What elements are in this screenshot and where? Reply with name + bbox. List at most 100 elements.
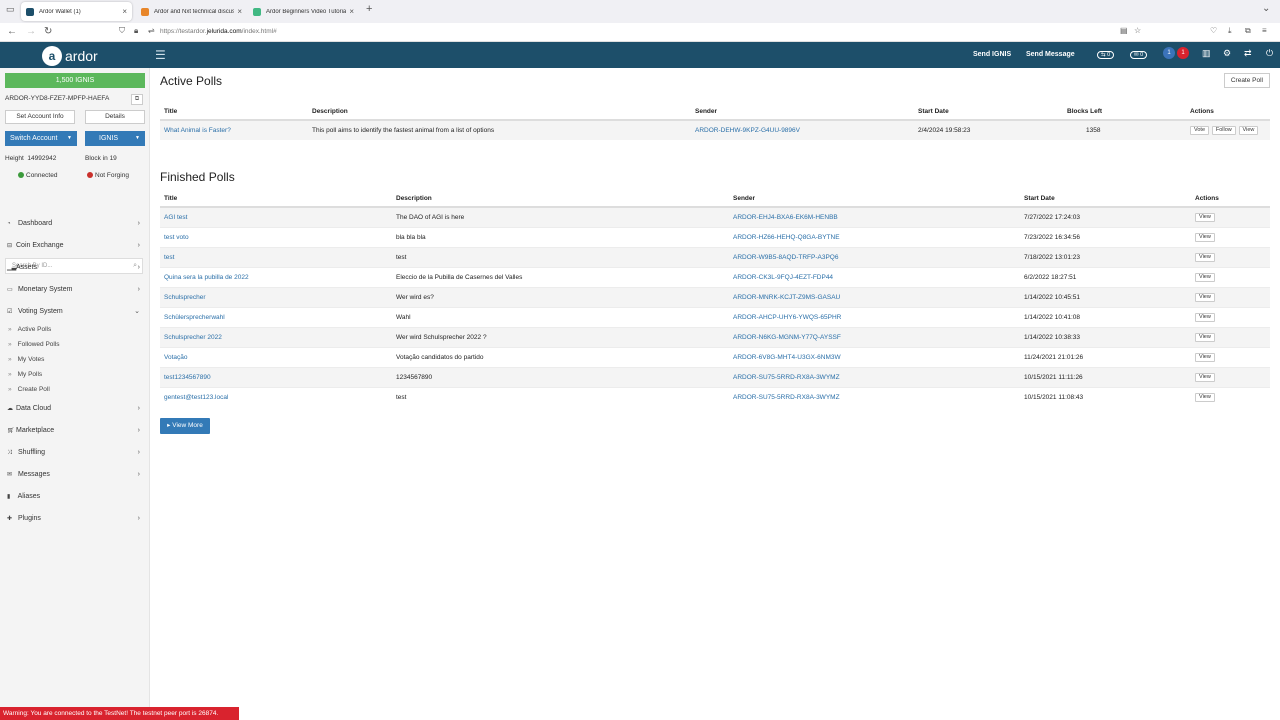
view-more-button[interactable]: ▸ View More xyxy=(160,418,210,434)
poll-title-link[interactable]: Quina sera la pubilla de 2022 xyxy=(164,274,249,281)
send-ignis-button[interactable]: Send IGNIS xyxy=(973,51,1011,58)
col-title[interactable]: Title xyxy=(160,104,308,121)
view-button[interactable]: View xyxy=(1195,252,1215,262)
view-button[interactable]: View xyxy=(1195,312,1215,322)
shield-icon[interactable]: ⛉ xyxy=(119,26,125,36)
menu-coin-exchange[interactable]: ⊟ Coin Exchange › xyxy=(0,235,150,257)
tab-ardor-discussion[interactable]: Ardor and Nxt technical discus × xyxy=(136,2,247,21)
view-button[interactable]: View xyxy=(1195,292,1215,302)
download-icon[interactable]: ⤓ xyxy=(1228,26,1232,36)
bookmark-star-icon[interactable]: ☆ xyxy=(1134,26,1141,35)
shuffle-badge[interactable]: ⇆ 0 xyxy=(1097,51,1115,59)
submenu-my-polls[interactable]: » My Polls xyxy=(8,371,42,378)
submenu-my-votes[interactable]: » My Votes xyxy=(8,356,44,363)
poll-title-link[interactable]: Schulsprecher 2022 xyxy=(164,334,222,341)
sender-link[interactable]: ARDOR-N6KG-MGNM-Y77Q-AYSSF xyxy=(733,334,841,341)
back-icon[interactable]: ← xyxy=(7,26,17,37)
col-start-date[interactable]: Start Date xyxy=(1020,191,1191,208)
switch-account-button[interactable]: Switch Account ▼ xyxy=(5,131,77,146)
menu-messages[interactable]: ✉ Messages › xyxy=(0,464,150,486)
view-button[interactable]: View xyxy=(1195,352,1215,362)
col-title[interactable]: Title xyxy=(160,191,392,208)
sender-link[interactable]: ARDOR-DEHW-9KPZ-G4UU-9896V xyxy=(695,127,800,134)
view-button[interactable]: View xyxy=(1195,372,1215,382)
menu-assets[interactable]: ▁▃Assets › xyxy=(0,257,150,279)
col-sender[interactable]: Sender xyxy=(691,104,914,121)
menu-data-cloud[interactable]: ☁ Data Cloud › xyxy=(0,398,150,420)
view-button[interactable]: View xyxy=(1238,126,1259,135)
copy-icon[interactable]: ⧉ xyxy=(131,94,143,105)
col-description[interactable]: Description xyxy=(392,191,729,208)
poll-title-link[interactable]: Schülersprecherwahl xyxy=(164,314,225,321)
tab-video-tutorials[interactable]: Ardor Beginners Video Tutorials × xyxy=(248,2,359,21)
sender-link[interactable]: ARDOR-AHCP-UHY6-YWQS-65PHR xyxy=(733,314,841,321)
lock-icon[interactable]: 🔒︎ xyxy=(134,26,138,36)
menu-voting-system[interactable]: ☑ Voting System ⌄ xyxy=(0,301,150,323)
submenu-create-poll[interactable]: » Create Poll xyxy=(8,386,50,393)
forging-status[interactable]: Not Forging xyxy=(87,172,129,179)
poll-title-link[interactable]: test xyxy=(164,254,174,261)
poll-title-link[interactable]: Votação xyxy=(164,354,188,361)
tab-ardor-wallet[interactable]: Ardor Wallet (1) × xyxy=(21,2,132,21)
poll-title-link[interactable]: Schulsprecher xyxy=(164,294,206,301)
details-button[interactable]: Details xyxy=(85,110,145,124)
menu-monetary-system[interactable]: ▭ Monetary System › xyxy=(0,279,150,301)
notifications-icon[interactable]: 1 xyxy=(1163,47,1175,59)
submenu-active-polls[interactable]: » Active Polls xyxy=(8,326,51,333)
view-button[interactable]: View xyxy=(1195,332,1215,342)
menu-plugins[interactable]: ✚ Plugins › xyxy=(0,508,150,530)
chain-select-button[interactable]: IGNIS ▼ xyxy=(85,131,145,146)
vote-button[interactable]: Vote xyxy=(1190,126,1210,135)
app-menu-icon[interactable]: ≡ xyxy=(1262,26,1267,35)
view-button[interactable]: View xyxy=(1195,232,1215,242)
swap-icon[interactable]: ⇄ xyxy=(1244,48,1252,59)
poll-title-link[interactable]: gentest@test123.local xyxy=(164,394,228,401)
sidebar-toggle-icon[interactable]: ▭ xyxy=(6,4,15,15)
poll-title-link[interactable]: What Animal is Faster? xyxy=(164,127,231,134)
close-tab-icon[interactable]: × xyxy=(122,7,127,16)
view-button[interactable]: View xyxy=(1195,272,1215,282)
col-sender[interactable]: Sender xyxy=(729,191,1020,208)
power-icon[interactable]: ⏻ xyxy=(1266,48,1273,59)
settings-gear-icon[interactable]: ⚙ xyxy=(1223,48,1231,59)
send-message-button[interactable]: Send Message xyxy=(1026,51,1075,58)
poll-title-link[interactable]: AGI test xyxy=(164,214,187,221)
menu-marketplace[interactable]: 🛒︎Marketplace › xyxy=(0,420,150,442)
new-tab-icon[interactable]: + xyxy=(366,3,372,15)
set-account-info-button[interactable]: Set Account Info xyxy=(5,110,75,124)
pocket-icon[interactable]: ♡ xyxy=(1210,26,1217,35)
create-poll-button[interactable]: Create Poll xyxy=(1223,73,1270,88)
forward-icon[interactable]: → xyxy=(26,26,36,37)
bookmark-header-icon[interactable]: ▥ xyxy=(1202,48,1211,59)
hamburger-menu-icon[interactable]: ☰ xyxy=(155,48,166,62)
view-button[interactable]: View xyxy=(1195,392,1215,402)
reload-icon[interactable]: ↻ xyxy=(44,26,52,37)
alerts-icon[interactable]: 1 xyxy=(1177,47,1189,59)
sender-link[interactable]: ARDOR-6V8G-MHT4-U3GX-6NM3W xyxy=(733,354,841,361)
close-tab-icon[interactable]: × xyxy=(349,7,354,16)
menu-dashboard[interactable]: ◔ Dashboard › xyxy=(0,213,150,235)
follow-button[interactable]: Follow xyxy=(1211,126,1236,135)
sender-link[interactable]: ARDOR-W9B5-8AQD-TRFP-A3PQ6 xyxy=(733,254,838,261)
col-blocks-left[interactable]: Blocks Left xyxy=(1063,104,1186,121)
url-bar[interactable]: https://testardor.jelurida.com/index.htm… xyxy=(160,28,277,35)
ardor-logo[interactable]: a ardor xyxy=(42,46,98,66)
col-start-date[interactable]: Start Date xyxy=(914,104,1063,121)
sender-link[interactable]: ARDOR-HZ66-HEHQ-Q8GA-BYTNE xyxy=(733,234,840,241)
sender-link[interactable]: ARDOR-SU75-5RRD-RX8A-3WYMZ xyxy=(733,374,840,381)
poll-title-link[interactable]: test1234567890 xyxy=(164,374,211,381)
close-tab-icon[interactable]: × xyxy=(237,7,242,16)
extensions-icon[interactable]: ⧉ xyxy=(1245,26,1251,36)
sender-link[interactable]: ARDOR-SU75-5RRD-RX8A-3WYMZ xyxy=(733,394,840,401)
tab-list-icon[interactable]: ⌄ xyxy=(1262,3,1270,14)
messages-badge[interactable]: ✉ 0 xyxy=(1130,51,1148,59)
reader-view-icon[interactable]: ▤ xyxy=(1120,26,1128,35)
permissions-icon[interactable]: ⇌ xyxy=(148,26,155,35)
balance-display[interactable]: 1,500 IGNIS xyxy=(5,73,145,88)
poll-title-link[interactable]: test voto xyxy=(164,234,189,241)
account-id[interactable]: ARDOR-YYD8-FZE7-MPFP-HAEFA xyxy=(5,95,109,102)
sender-link[interactable]: ARDOR-EHJ4-BXA6-EK6M-HENBB xyxy=(733,214,838,221)
view-button[interactable]: View xyxy=(1195,212,1215,222)
submenu-followed-polls[interactable]: » Followed Polls xyxy=(8,341,60,348)
sender-link[interactable]: ARDOR-CK3L-9FQJ-4EZT-FDP44 xyxy=(733,274,833,281)
